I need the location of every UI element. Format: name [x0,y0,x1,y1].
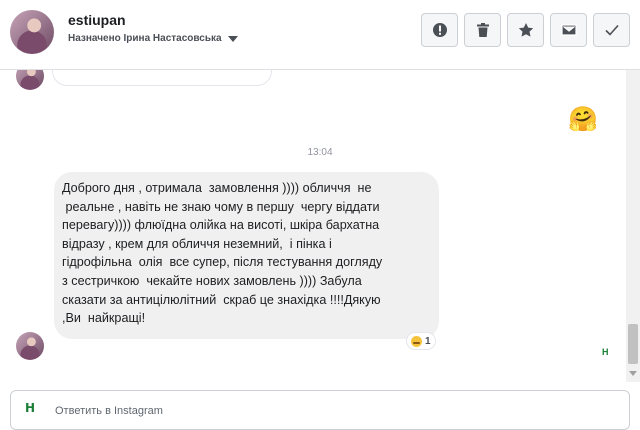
previous-message-bubble [52,70,272,86]
message-bubble: Доброго дня , отримала замовлення )))) о… [54,172,439,339]
reply-input[interactable] [55,402,595,420]
conversation-header: estiupan Назначено Ірина Настасовська [0,0,640,70]
sticker-hugging-face: 🤗 [568,106,598,133]
message-thread[interactable]: 🤗 13:04 Доброго дня , отримала замовленн… [0,70,640,382]
trash-icon [476,23,489,37]
sender-avatar [16,70,44,90]
message-reaction[interactable]: 1 [407,333,435,349]
reaction-count: 1 [425,335,431,347]
caret-down-icon [227,35,238,42]
assignee-label: Назначено Ірина Настасовська [68,33,222,44]
mark-unread-button[interactable] [550,13,587,47]
assignee-dropdown[interactable]: Назначено Ірина Настасовська [68,33,238,44]
reaction-emoji-icon [411,335,422,347]
delete-button[interactable] [464,13,501,47]
reply-account-icon: H [25,401,36,415]
seen-indicator: H [602,347,609,357]
scroll-down-arrow-icon[interactable] [629,371,637,376]
star-button[interactable] [507,13,544,47]
report-spam-button[interactable] [421,13,458,47]
header-actions [421,13,630,47]
check-icon [604,24,619,36]
mark-done-button[interactable] [593,13,630,47]
user-avatar[interactable] [10,10,54,54]
star-icon [518,23,533,37]
message-timestamp: 13:04 [307,147,333,158]
sender-avatar [16,332,44,360]
username[interactable]: estiupan [68,12,126,28]
envelope-icon [560,24,577,36]
scrollbar-thumb[interactable] [628,324,638,364]
reply-box[interactable]: H [10,390,630,430]
report-icon [432,23,447,37]
